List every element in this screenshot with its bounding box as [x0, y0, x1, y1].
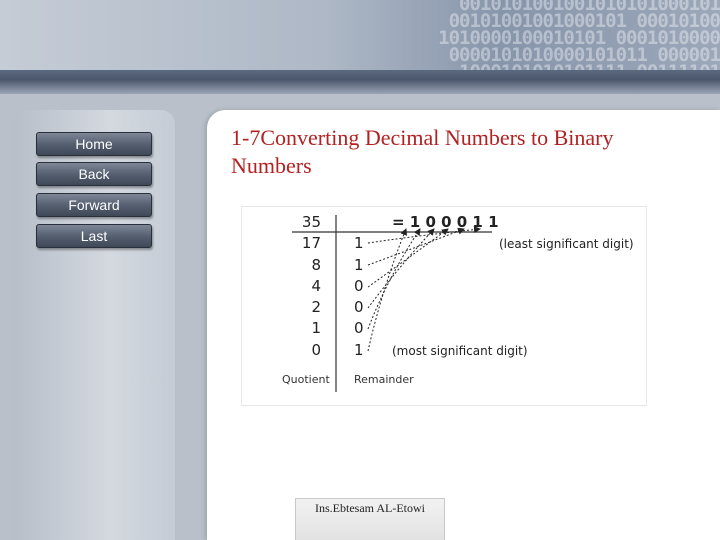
- remainder-value: 0: [354, 277, 364, 295]
- binary-result: = 1 0 0 0 1 1: [392, 213, 499, 231]
- footer-credit: Ins.Ebtesam AL-Etowi: [295, 498, 445, 540]
- slide-title-line-2: Numbers: [231, 153, 312, 178]
- quotient-value: 8: [311, 256, 321, 274]
- quotient-label: Quotient: [282, 373, 330, 386]
- remainder-value: 0: [354, 319, 364, 337]
- slide-title-line-1: 1-7Converting Decimal Numbers to Binary: [231, 125, 614, 150]
- quotient-value: 35: [302, 213, 321, 231]
- remainder-label: Remainder: [354, 373, 414, 386]
- most-significant-label: (most significant digit): [392, 344, 528, 358]
- home-button[interactable]: Home: [36, 132, 152, 156]
- credit-text: Ins.Ebtesam AL-Etowi: [315, 501, 425, 515]
- conversion-diagram: 35 17 8 4 2 1 0 1 1 0 0 0 1 = 1 0 0 0 1 …: [282, 213, 634, 392]
- least-significant-label: (least significant digit): [499, 237, 634, 251]
- quotient-value: 4: [311, 277, 321, 295]
- top-banner: 0010101001001010101000101 00101001001000…: [0, 0, 720, 78]
- banner-stripe: [0, 70, 720, 94]
- remainder-value: 1: [354, 256, 364, 274]
- quotient-value: 1: [311, 319, 321, 337]
- quotient-value: 2: [311, 298, 321, 316]
- slide-title: 1-7Converting Decimal Numbers to Binary …: [231, 124, 701, 180]
- arrow: [367, 226, 481, 244]
- binary-watermark: 0010101001001010101000101 00101001001000…: [360, 0, 720, 78]
- back-button[interactable]: Back: [36, 162, 152, 186]
- conversion-figure: 35 17 8 4 2 1 0 1 1 0 0 0 1 = 1 0 0 0 1 …: [242, 207, 646, 405]
- last-button[interactable]: Last: [36, 224, 152, 248]
- quotient-value: 17: [302, 234, 321, 252]
- remainder-value: 1: [354, 341, 364, 359]
- arrow: [367, 228, 408, 352]
- arrow: [367, 228, 435, 309]
- arrow: [367, 227, 465, 266]
- remainder-value: 1: [354, 234, 364, 252]
- forward-button[interactable]: Forward: [36, 193, 152, 217]
- arrow: [367, 228, 421, 330]
- remainder-value: 0: [354, 298, 364, 316]
- quotient-value: 0: [311, 341, 321, 359]
